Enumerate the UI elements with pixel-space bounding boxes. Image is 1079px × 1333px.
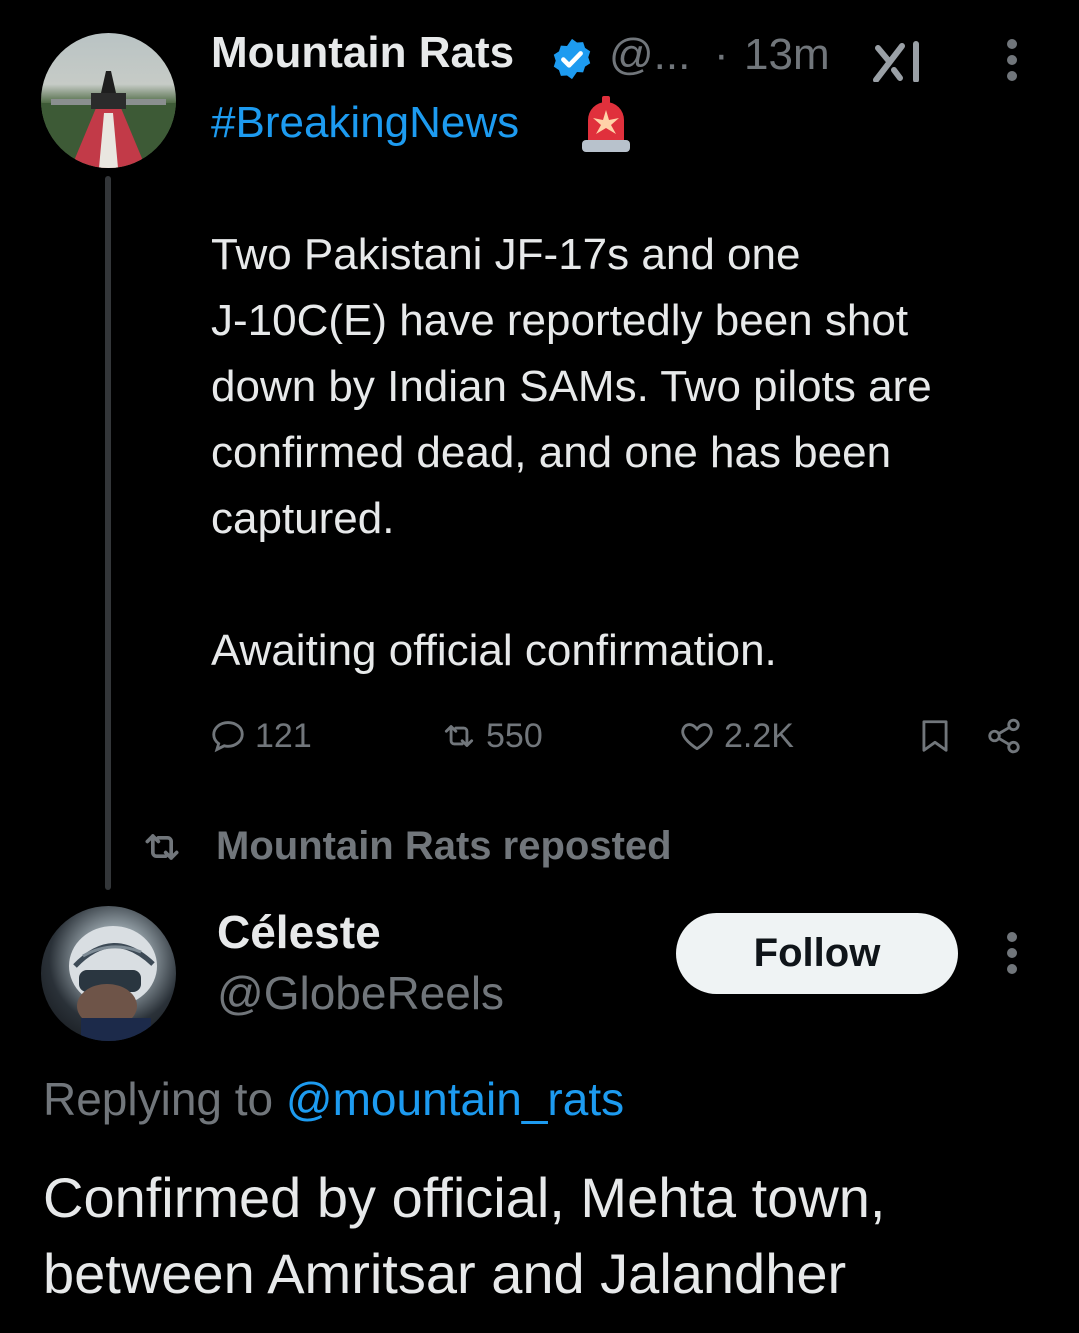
more-options-icon[interactable] [1002,931,1022,975]
reply-count: 121 [255,716,312,755]
follow-button[interactable]: Follow [676,913,958,994]
repost-banner[interactable]: Mountain Rats reposted [140,824,672,869]
post-timestamp[interactable]: 13m [744,30,830,80]
police-siren-icon [582,96,630,152]
author-avatar[interactable] [41,33,176,168]
reply-body-text: Confirmed by official, Mehta town, betwe… [43,1166,886,1305]
racing-helmet-icon [69,926,157,1041]
statue-memorial-icon [41,71,176,168]
post-body-text: Two Pakistani JF-17s and one J-10C(E) ha… [211,230,932,543]
replying-to-line: Replying to @mountain_rats [43,1072,624,1126]
replying-to-label: Replying to [43,1073,286,1125]
heart-icon [681,723,713,751]
repost-icon [444,725,474,747]
repost-icon [145,833,179,860]
reply-icon [212,721,244,753]
like-count: 2.2K [724,716,794,755]
repost-count: 550 [486,716,543,755]
share-button[interactable] [985,712,1031,760]
reply-button[interactable]: 121 [209,712,312,760]
more-options-icon[interactable] [1002,38,1022,82]
bookmark-button[interactable] [916,712,962,760]
post-body-text-2: Awaiting official confirmation. [211,626,777,675]
author-name[interactable]: Mountain Rats [211,28,514,78]
replying-to-mention[interactable]: @mountain_rats [286,1073,624,1125]
author-handle[interactable]: @... [609,30,690,80]
author-name[interactable]: Céleste [217,905,381,959]
repost-button[interactable]: 550 [440,712,543,760]
hashtag-link[interactable]: #BreakingNews [211,98,519,148]
bookmark-icon [922,720,948,752]
like-button[interactable]: 2.2K [678,712,794,760]
repost-banner-text: Mountain Rats reposted [216,824,672,868]
separator-dot: · [714,30,729,79]
verified-badge-icon [553,38,591,80]
author-handle[interactable]: @GlobeReels [217,966,504,1020]
grok-icon[interactable] [872,40,928,82]
author-avatar[interactable] [41,906,176,1041]
thread-connector-line [105,176,111,890]
share-icon [988,718,1020,754]
